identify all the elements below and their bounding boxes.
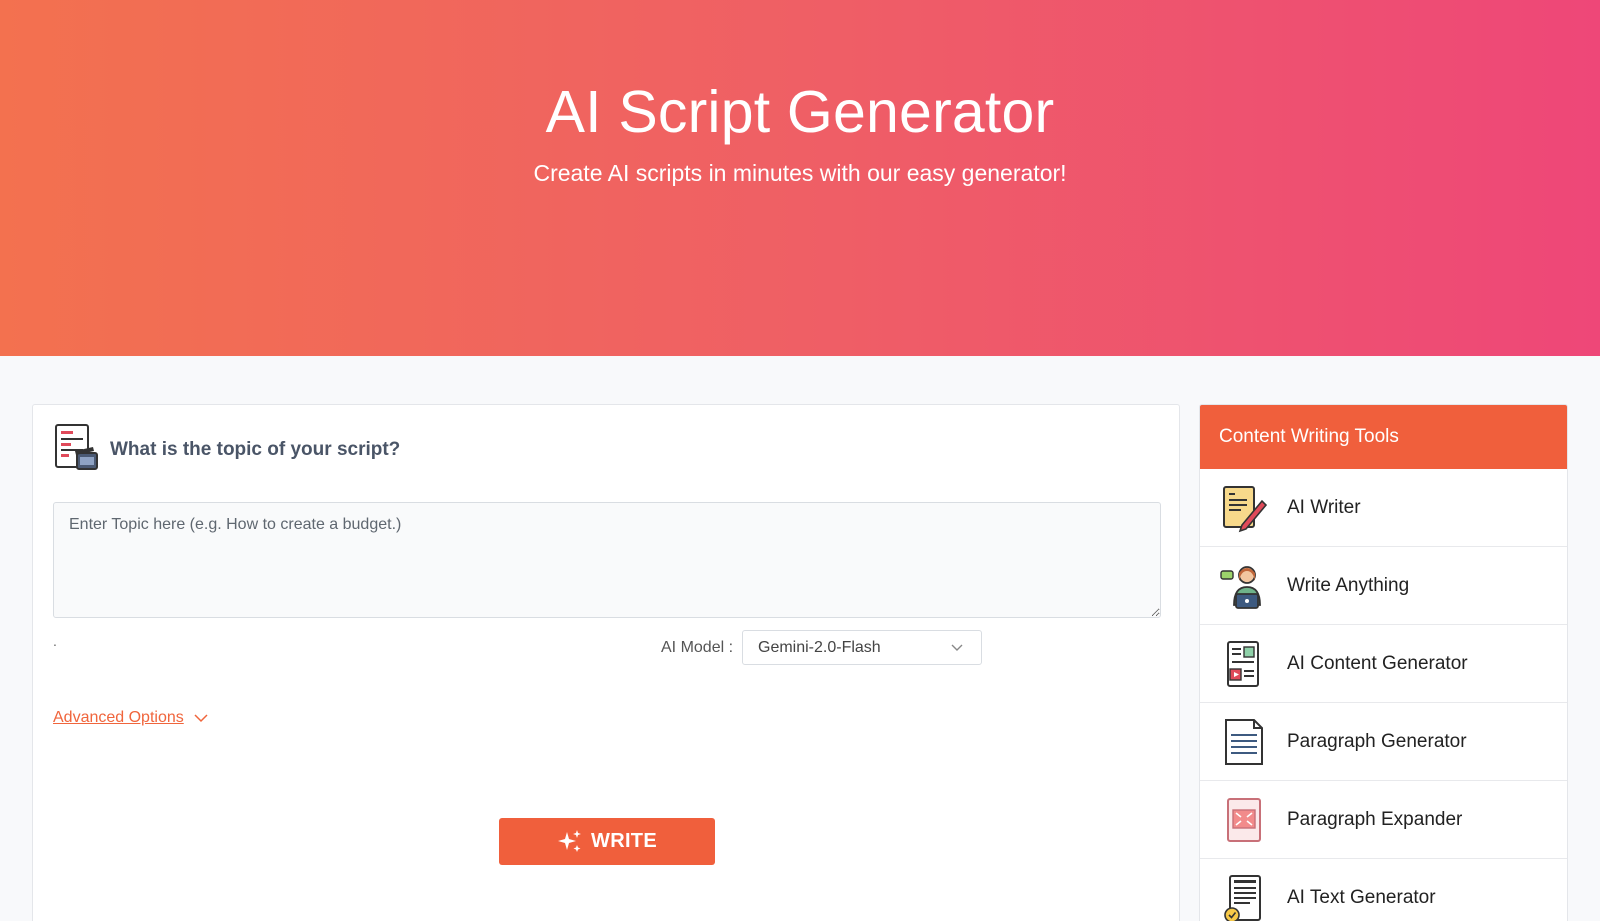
sidebar-item-label: AI Writer (1287, 496, 1361, 518)
page-subtitle: Create AI scripts in minutes with our ea… (533, 160, 1067, 186)
sidebar-item-label: Paragraph Generator (1287, 730, 1467, 752)
hero-banner: AI Script Generator Create AI scripts in… (0, 0, 1600, 356)
paragraph-generator-icon (1225, 718, 1263, 765)
ai-model-select[interactable]: Gemini-2.0-Flash (742, 630, 982, 665)
topic-question: What is the topic of your script? (110, 439, 401, 460)
chevron-down-icon (194, 714, 208, 723)
ai-writer-icon (1223, 485, 1268, 532)
sidebar-item-write-anything[interactable]: Write Anything (1200, 547, 1567, 625)
write-anything-icon (1220, 565, 1261, 609)
write-button-label: WRITE (591, 830, 657, 852)
text-generator-icon (1224, 874, 1261, 921)
ai-model-value: Gemini-2.0-Flash (758, 639, 881, 656)
sidebar-item-label: AI Text Generator (1287, 886, 1436, 908)
sidebar-item-ai-text-generator[interactable]: AI Text Generator (1200, 859, 1567, 921)
sidebar-item-ai-content-generator[interactable]: AI Content Generator (1200, 625, 1567, 703)
sidebar-title: Content Writing Tools (1200, 405, 1567, 469)
advanced-options-label: Advanced Options (53, 709, 184, 726)
sidebar-item-label: AI Content Generator (1287, 652, 1468, 674)
script-form-card: What is the topic of your script? . AI M… (32, 404, 1180, 921)
content-tools-sidebar: Content Writing Tools AI Writer Write An… (1199, 404, 1568, 921)
sidebar-item-ai-writer[interactable]: AI Writer (1200, 469, 1567, 547)
ai-model-label: AI Model : (661, 639, 734, 656)
paragraph-expander-icon (1227, 797, 1261, 842)
stray-dot: . (53, 633, 57, 649)
page-title: AI Script Generator (545, 79, 1055, 145)
sparkle-icon (558, 829, 582, 852)
sidebar-item-label: Paragraph Expander (1287, 808, 1463, 830)
chevron-down-icon (951, 644, 963, 651)
script-document-icon (55, 424, 98, 470)
sidebar-item-paragraph-generator[interactable]: Paragraph Generator (1200, 703, 1567, 781)
sidebar-item-label: Write Anything (1287, 574, 1410, 596)
advanced-options-toggle[interactable]: Advanced Options (53, 709, 208, 727)
write-button[interactable]: WRITE (499, 818, 715, 865)
content-generator-icon (1227, 640, 1259, 687)
topic-input[interactable] (53, 502, 1161, 618)
sidebar-item-paragraph-expander[interactable]: Paragraph Expander (1200, 781, 1567, 859)
